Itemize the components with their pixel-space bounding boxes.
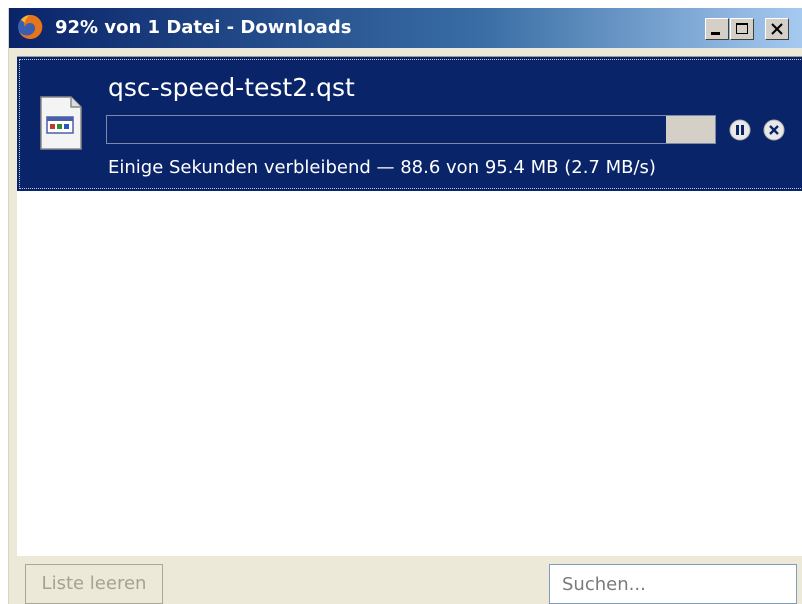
cancel-button[interactable] — [763, 119, 785, 141]
download-status: Einige Sekunden verbleibend — 88.6 von 9… — [108, 157, 656, 178]
window-title: 92% von 1 Datei - Downloads — [55, 17, 352, 38]
download-item[interactable]: qsc-speed-test2.qst Einige Sekunden verb… — [17, 57, 802, 191]
progress-bar — [106, 115, 716, 144]
title-bar[interactable]: 92% von 1 Datei - Downloads — [9, 8, 802, 48]
pause-icon — [729, 119, 751, 141]
clear-list-button[interactable]: Liste leeren — [25, 564, 163, 604]
downloads-window: 92% von 1 Datei - Downloads qsc-speed-te… — [8, 8, 802, 604]
maximize-icon — [736, 23, 748, 34]
close-button[interactable] — [765, 18, 789, 40]
minimize-button[interactable] — [705, 18, 729, 40]
close-icon — [771, 23, 783, 35]
firefox-icon — [17, 14, 43, 40]
progress-fill — [107, 116, 667, 143]
file-name: qsc-speed-test2.qst — [108, 73, 355, 102]
minimize-icon — [711, 32, 720, 35]
pause-button[interactable] — [729, 119, 751, 141]
file-icon — [37, 95, 85, 151]
search-input[interactable] — [549, 564, 797, 604]
download-list[interactable]: qsc-speed-test2.qst Einige Sekunden verb… — [17, 56, 802, 556]
maximize-button[interactable] — [730, 18, 754, 40]
cancel-icon — [763, 119, 785, 141]
